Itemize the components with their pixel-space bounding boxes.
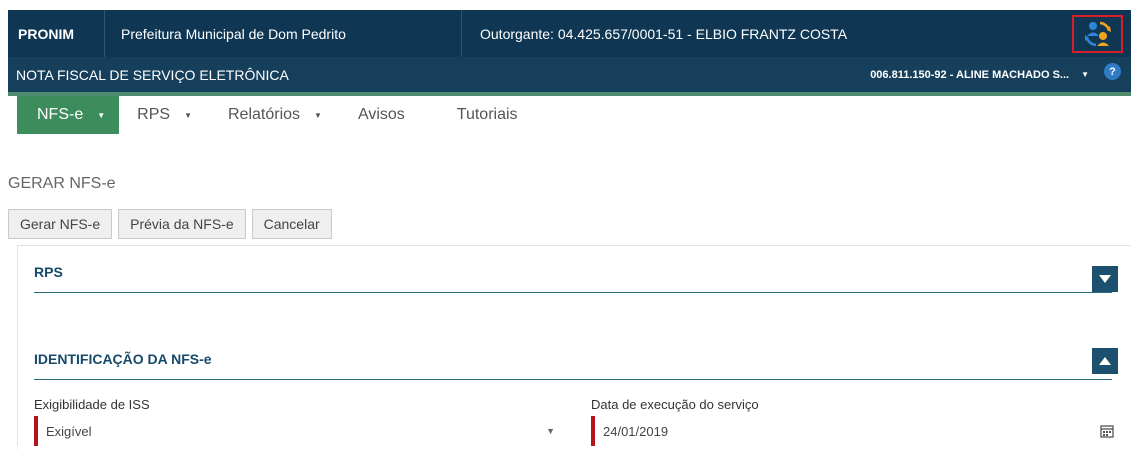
top-bar: PRONIM Prefeitura Municipal de Dom Pedri… (8, 10, 1131, 57)
cancel-button[interactable]: Cancelar (251, 209, 332, 239)
chevron-down-icon: ▼ (546, 426, 555, 436)
form-panel: RPS IDENTIFICAÇÃO DA NFS-e Exigibilidade… (17, 245, 1131, 450)
nav-item-tutoriais[interactable]: Tutoriais (439, 96, 536, 134)
section-identification-header[interactable]: IDENTIFICAÇÃO DA NFS-e (34, 351, 1112, 380)
action-toolbar: Gerar NFS-e Prévia da NFS-e Cancelar (8, 209, 338, 239)
nav-item-nfse[interactable]: NFS-e ▼ (17, 96, 120, 134)
nav-item-label: Relatórios (227, 106, 301, 123)
service-date-value: 24/01/2019 (603, 423, 669, 439)
chevron-down-icon: ▼ (314, 110, 322, 120)
nav-item-label: Avisos (357, 106, 405, 123)
nav-item-label: RPS (137, 106, 171, 123)
required-marker (591, 416, 595, 446)
nav-item-relatorios[interactable]: Relatórios ▼ (210, 96, 340, 134)
system-bar: NOTA FISCAL DE SERVIÇO ELETRÔNICA 006.81… (8, 57, 1131, 92)
user-menu-label: 006.811.150-92 - ALINE MACHADO S... (870, 68, 1070, 81)
nav-item-avisos[interactable]: Avisos (340, 96, 439, 134)
chevron-down-icon: ▼ (1081, 70, 1089, 79)
municipality-label: Prefeitura Municipal de Dom Pedrito (105, 10, 462, 57)
page-title: GERAR NFS-e (8, 175, 116, 192)
required-marker (34, 416, 38, 446)
iss-select[interactable]: Exigível ▼ (34, 416, 563, 447)
system-title: NOTA FISCAL DE SERVIÇO ELETRÔNICA (16, 66, 289, 83)
switch-grantor-button[interactable] (1072, 14, 1123, 53)
main-nav: NFS-e ▼ RPS ▼ Relatórios ▼ Avisos Tutori… (17, 96, 536, 134)
user-menu[interactable]: 006.811.150-92 - ALINE MACHADO S... ▼ (870, 69, 1089, 81)
iss-select-value: Exigível (46, 423, 92, 439)
chevron-down-icon (1099, 275, 1111, 283)
frame-left (0, 10, 8, 450)
expand-rps-button[interactable] (1092, 266, 1118, 292)
help-icon[interactable]: ? (1104, 63, 1121, 80)
iss-label: Exigibilidade de ISS (34, 397, 150, 412)
section-title: RPS (34, 264, 63, 280)
preview-nfse-button[interactable]: Prévia da NFS-e (118, 209, 246, 239)
grantor-label: Outorgante: 04.425.657/0001-51 - ELBIO F… (480, 25, 848, 42)
calendar-icon[interactable] (1100, 424, 1114, 438)
collapse-identification-button[interactable] (1092, 348, 1118, 374)
nav-item-label: Tutoriais (456, 106, 518, 123)
section-rps-header[interactable]: RPS (34, 264, 1112, 293)
date-label: Data de execução do serviço (591, 397, 759, 412)
section-title: IDENTIFICAÇÃO DA NFS-e (34, 351, 212, 367)
nav-item-rps[interactable]: RPS ▼ (119, 96, 210, 134)
chevron-down-icon: ▼ (97, 110, 106, 120)
chevron-up-icon (1099, 357, 1111, 365)
refresh-users-icon (1084, 21, 1111, 46)
generate-nfse-button[interactable]: Gerar NFS-e (8, 209, 113, 239)
service-date-field[interactable]: 24/01/2019 (591, 416, 1120, 447)
brand-label[interactable]: PRONIM (8, 10, 105, 57)
chevron-down-icon: ▼ (184, 110, 192, 120)
frame-top (0, 0, 1131, 10)
nav-item-label: NFS-e (37, 106, 84, 123)
